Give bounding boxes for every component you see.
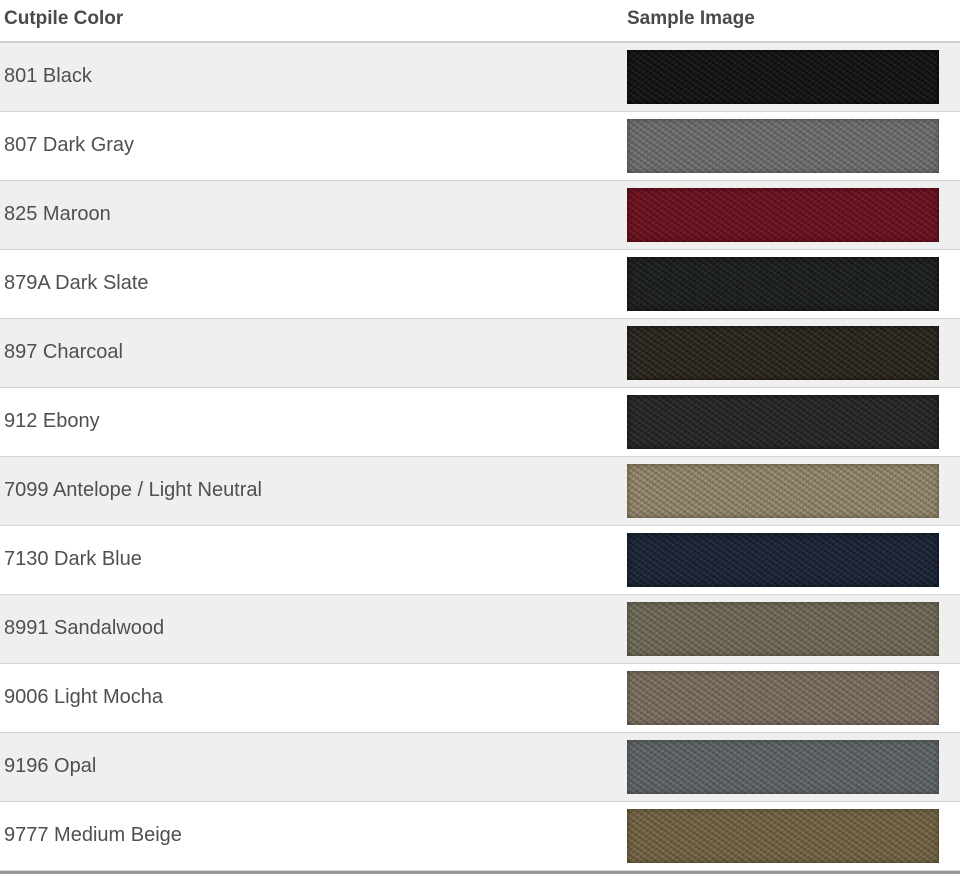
color-name: 897 Charcoal [4,341,123,363]
carpet-swatch-maroon [627,188,939,242]
color-table: Cutpile Color Sample Image 801 Black 807… [0,0,960,877]
column-header-sample: Sample Image [627,8,755,29]
table-row: 807 Dark Gray [0,112,960,181]
carpet-swatch-opal [627,740,939,794]
table-row: 7130 Dark Blue [0,526,960,595]
carpet-swatch-dark-slate [627,257,939,311]
carpet-swatch-sandalwood [627,602,939,656]
carpet-swatch-charcoal [627,326,939,380]
carpet-swatch-light-mocha [627,671,939,725]
color-name: 9196 Opal [4,755,97,777]
table-row: 7099 Antelope / Light Neutral [0,457,960,526]
table-row: 825 Maroon [0,181,960,250]
carpet-swatch-ebony [627,395,939,449]
color-name: 7099 Antelope / Light Neutral [4,479,262,501]
table-row: 9196 Opal [0,733,960,802]
color-name: 825 Maroon [4,203,111,225]
carpet-swatch-antelope [627,464,939,518]
table-row: 912 Ebony [0,388,960,457]
table-row: 9777 Medium Beige [0,802,960,871]
table-bottom-border [0,871,960,874]
carpet-swatch-medium-beige [627,809,939,863]
color-name: 8991 Sandalwood [4,617,165,639]
carpet-swatch-black [627,50,939,104]
table-body: 801 Black 807 Dark Gray 825 Maroon 879A … [0,43,960,871]
color-name: 9777 Medium Beige [4,824,182,846]
table-row: 897 Charcoal [0,319,960,388]
table-row: 879A Dark Slate [0,250,960,319]
table-header: Cutpile Color Sample Image [0,0,960,43]
color-name: 9006 Light Mocha [4,686,164,708]
table-row: 8991 Sandalwood [0,595,960,664]
color-name: 912 Ebony [4,410,100,432]
carpet-swatch-dark-blue [627,533,939,587]
column-header-color: Cutpile Color [4,8,124,29]
color-name: 879A Dark Slate [4,272,149,294]
color-name: 7130 Dark Blue [4,548,142,570]
table-row: 9006 Light Mocha [0,664,960,733]
table-row: 801 Black [0,43,960,112]
carpet-swatch-dark-gray [627,119,939,173]
color-name: 807 Dark Gray [4,134,135,156]
color-name: 801 Black [4,65,92,87]
